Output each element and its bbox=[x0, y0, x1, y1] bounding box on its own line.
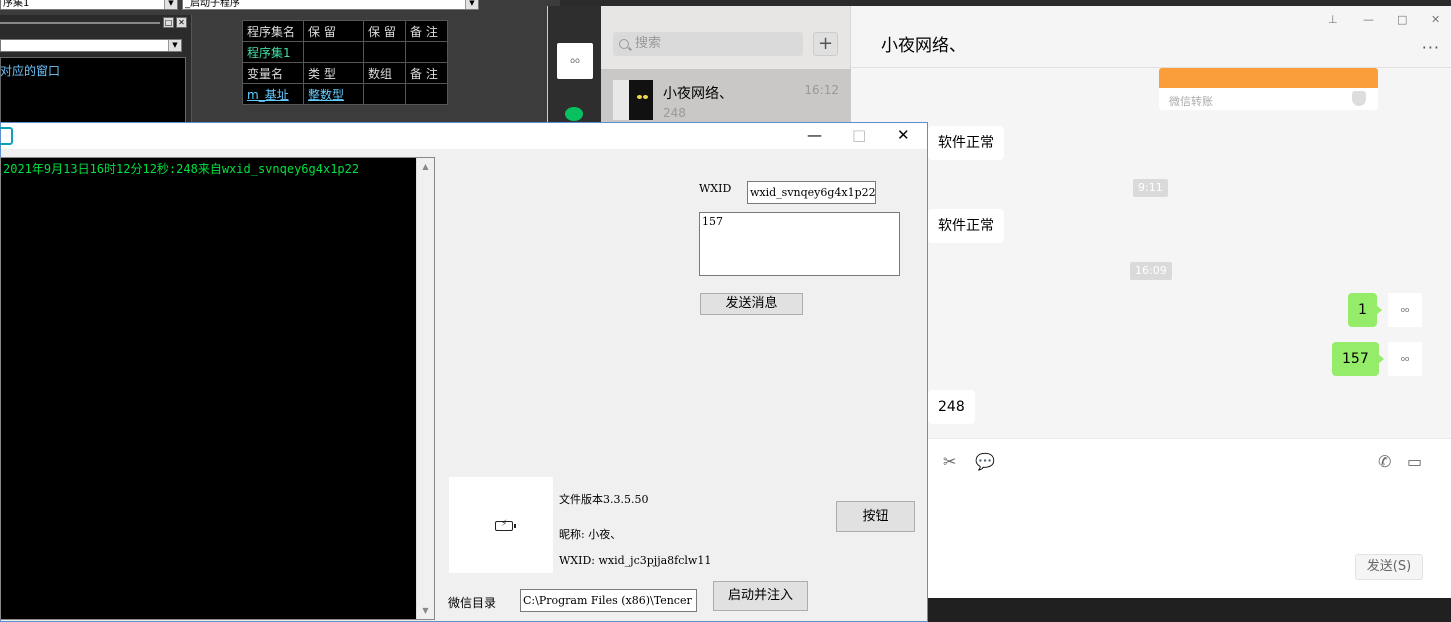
table-cell: 变量名 bbox=[242, 62, 304, 84]
log-output[interactable]: 2021年9月13日16时12分12秒:248来自wxid_svnqey6g4x… bbox=[0, 157, 435, 620]
ide-assembly-combo[interactable]: 序集1 ▼ bbox=[0, 0, 178, 10]
message-bubble[interactable]: 157 bbox=[1332, 342, 1384, 376]
table-row: 变量名 类 型 数组 备 注 bbox=[242, 62, 448, 84]
ide-panel-grip bbox=[0, 22, 160, 24]
contact-avatar bbox=[613, 80, 653, 120]
table-cell bbox=[405, 83, 448, 105]
search-placeholder: 搜索 bbox=[635, 36, 662, 51]
file-version-label: 文件版本3.3.5.50 bbox=[559, 493, 649, 506]
wechat-dir-label: 微信目录 bbox=[448, 596, 497, 610]
message-input-area[interactable]: ✂ 💬 ✆ ▭ 发送(S) bbox=[851, 438, 1451, 598]
search-input[interactable]: 搜索 bbox=[613, 32, 803, 56]
wechat-dir-input[interactable]: C:\Program Files (x86)\Tencer bbox=[520, 589, 697, 612]
message-timestamp: 16:09 bbox=[1130, 262, 1172, 280]
table-cell: 类 型 bbox=[303, 62, 364, 84]
message-bubble[interactable]: 248 bbox=[928, 390, 975, 424]
maximize-icon[interactable]: □ bbox=[163, 17, 174, 28]
conversation-preview: 248 bbox=[663, 106, 686, 120]
table-cell: 备 注 bbox=[405, 20, 448, 42]
avatar[interactable]: oo bbox=[1388, 342, 1422, 376]
chevron-down-icon[interactable]: ▼ bbox=[465, 0, 478, 9]
minimize-icon[interactable]: — bbox=[807, 126, 822, 144]
maximize-icon[interactable]: □ bbox=[852, 126, 866, 144]
taskbar bbox=[928, 598, 1451, 622]
send-message-button[interactable]: 发送消息 bbox=[700, 293, 803, 315]
table-row: m_基址 整数型 bbox=[242, 83, 448, 105]
ide-background: 序集1 ▼ _启动子程序 ▼ □ ✕ ▼ 对应的窗口 程序集名 保 留 保 留 … bbox=[0, 0, 560, 132]
table-cell: 数组 bbox=[363, 62, 406, 84]
table-cell: 保 留 bbox=[303, 20, 364, 42]
message-bubble[interactable]: 1 bbox=[1348, 293, 1382, 327]
ide-panel-titlebar: □ ✕ bbox=[0, 17, 192, 29]
transfer-caption: 微信转账 bbox=[1169, 95, 1213, 108]
pin-icon[interactable]: ⊥ bbox=[1328, 13, 1338, 26]
table-cell bbox=[303, 41, 364, 63]
own-wxid-label: WXID: wxid_jc3pjja8fclw11 bbox=[559, 554, 712, 567]
more-icon[interactable]: ··· bbox=[1422, 38, 1440, 57]
comment-icon[interactable]: 💬 bbox=[975, 452, 995, 471]
add-button[interactable]: + bbox=[813, 32, 838, 56]
close-icon[interactable]: ✕ bbox=[176, 17, 187, 28]
message-input[interactable]: 157 bbox=[699, 212, 900, 276]
app-logo-icon bbox=[0, 127, 13, 145]
conversation-time: 16:12 bbox=[804, 83, 839, 97]
log-line: 2021年9月13日16时12分12秒:248来自wxid_svnqey6g4x… bbox=[3, 162, 360, 176]
table-row: 程序集名 保 留 保 留 备 注 bbox=[242, 20, 448, 42]
chat-header: 小夜网络、 ⊥ — □ ✕ ··· bbox=[851, 6, 1451, 68]
table-cell[interactable]: 整数型 bbox=[303, 83, 364, 105]
message-bubble[interactable]: 软件正常 bbox=[928, 209, 1004, 243]
chat-icon[interactable] bbox=[565, 107, 583, 121]
table-row: 程序集1 bbox=[242, 41, 448, 63]
close-icon[interactable]: ✕ bbox=[897, 126, 910, 144]
conversation-name: 小夜网络、 bbox=[663, 86, 733, 102]
chevron-down-icon[interactable]: ▼ bbox=[168, 40, 181, 51]
ide-subroutine-combo-value: _启动子程序 bbox=[185, 0, 240, 9]
table-cell: 保 留 bbox=[363, 20, 406, 42]
maximize-icon[interactable]: □ bbox=[1397, 13, 1407, 26]
chat-title: 小夜网络、 bbox=[881, 36, 966, 56]
close-icon[interactable]: ✕ bbox=[1431, 13, 1440, 26]
chat-panel: 小夜网络、 ⊥ — □ ✕ ··· 微信转账 软件正常 9:11 软件正常 16… bbox=[851, 6, 1451, 598]
avatar[interactable]: oo bbox=[1388, 293, 1422, 327]
tool-titlebar[interactable]: — □ ✕ bbox=[0, 123, 927, 149]
ide-window-combo[interactable]: ▼ bbox=[0, 39, 182, 52]
transfer-card[interactable]: 微信转账 bbox=[1159, 68, 1378, 110]
message-timestamp: 9:11 bbox=[1133, 179, 1168, 197]
ide-declaration-table: 程序集名 保 留 保 留 备 注 程序集1 变量名 类 型 数组 备 注 m_基… bbox=[242, 20, 448, 105]
table-cell bbox=[363, 83, 406, 105]
table-cell bbox=[405, 41, 448, 63]
wxid-input[interactable]: wxid_svnqey6g4x1p22 bbox=[747, 181, 876, 204]
transfer-card-header bbox=[1159, 68, 1378, 88]
ide-window-label[interactable]: 对应的窗口 bbox=[0, 62, 60, 79]
search-icon bbox=[619, 39, 629, 49]
log-scrollbar[interactable]: ▲ ▼ bbox=[416, 158, 434, 619]
table-cell: 程序集名 bbox=[242, 20, 304, 42]
send-button[interactable]: 发送(S) bbox=[1355, 554, 1423, 580]
ide-assembly-combo-value: 序集1 bbox=[3, 0, 30, 9]
scissors-icon[interactable]: ✂ bbox=[943, 452, 956, 471]
battery-icon: ⚡ bbox=[495, 519, 516, 531]
minimize-icon[interactable]: — bbox=[1363, 13, 1374, 26]
avatar[interactable]: oo bbox=[557, 43, 593, 79]
table-cell bbox=[363, 41, 406, 63]
message-bubble[interactable]: 软件正常 bbox=[928, 126, 1004, 160]
chevron-down-icon[interactable]: ▼ bbox=[164, 0, 177, 9]
video-icon[interactable]: ▭ bbox=[1407, 452, 1422, 471]
table-cell[interactable]: m_基址 bbox=[242, 83, 304, 105]
chevron-down-icon[interactable]: ▼ bbox=[417, 602, 434, 619]
status-image: ⚡ bbox=[449, 477, 553, 573]
wxid-label: WXID bbox=[699, 182, 732, 195]
list-item[interactable]: 小夜网络、 16:12 248 bbox=[601, 69, 851, 129]
chevron-up-icon[interactable]: ▲ bbox=[417, 158, 434, 175]
generic-button[interactable]: 按钮 bbox=[836, 501, 915, 532]
shield-icon bbox=[1352, 91, 1366, 106]
nickname-label: 昵称: 小夜、 bbox=[559, 528, 622, 541]
ide-subroutine-combo[interactable]: _启动子程序 ▼ bbox=[182, 0, 479, 10]
ide-window-panel: □ ✕ ▼ 对应的窗口 bbox=[0, 15, 192, 132]
start-inject-button[interactable]: 启动并注入 bbox=[713, 581, 808, 611]
table-cell: 备 注 bbox=[405, 62, 448, 84]
phone-icon[interactable]: ✆ bbox=[1378, 452, 1391, 471]
tool-window: — □ ✕ 2021年9月13日16时12分12秒:248来自wxid_svnq… bbox=[0, 122, 928, 622]
table-cell[interactable]: 程序集1 bbox=[242, 41, 304, 63]
